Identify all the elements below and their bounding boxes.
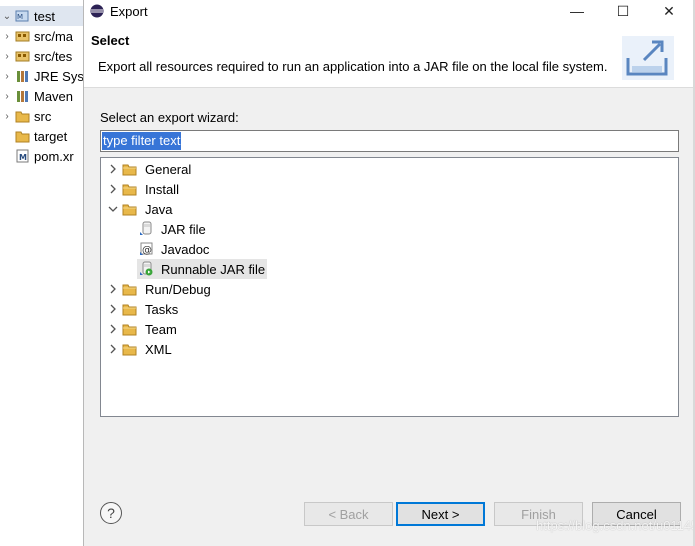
help-button[interactable]: ? — [100, 502, 122, 524]
tree-node-runnable-jar-file[interactable]: Runnable JAR file — [137, 259, 268, 279]
tree-node-label: JAR file — [161, 221, 206, 237]
chevron-right-icon[interactable] — [105, 339, 121, 359]
javadoc-icon: @ — [137, 241, 155, 257]
title-bar[interactable]: Export — ☐ ✕ — [84, 0, 695, 22]
chevron-down-icon[interactable]: ⌄ — [0, 11, 14, 22]
runnable-jar-icon — [137, 261, 155, 277]
explorer-item-label: src/ma — [34, 28, 73, 44]
explorer-item-label: Maven — [34, 88, 74, 104]
tree-node-label: XML — [145, 341, 172, 357]
folder-icon — [121, 161, 139, 177]
wizard-page-title: Select — [91, 33, 130, 48]
filter-input[interactable]: type filter text — [100, 130, 679, 152]
explorer-item-label: pom.xr — [34, 148, 74, 164]
next-button[interactable]: Next > — [396, 502, 485, 526]
folder-icon — [121, 181, 139, 197]
explorer-item-src-test[interactable]: › src/tes — [0, 46, 84, 66]
package-folder-icon — [15, 49, 31, 63]
tree-node-team[interactable]: Team — [105, 319, 179, 339]
explorer-item-label: src — [34, 108, 52, 124]
folder-icon — [121, 321, 139, 337]
maven-project-icon: M — [15, 9, 31, 23]
svg-text:@: @ — [142, 245, 152, 256]
explorer-item-src[interactable]: › src — [0, 106, 84, 126]
explorer-item-pom[interactable]: M pom.xr — [0, 146, 84, 166]
chevron-right-icon[interactable]: › — [0, 91, 14, 102]
filter-label: Select an export wizard: — [100, 110, 239, 125]
minimize-button[interactable]: — — [554, 0, 600, 22]
tree-node-xml[interactable]: XML — [105, 339, 174, 359]
chevron-right-icon[interactable]: › — [0, 31, 14, 42]
jar-file-icon — [137, 221, 155, 237]
explorer-item-label: target — [34, 128, 68, 144]
maven-pom-icon: M — [15, 149, 31, 163]
tree-node-label: Install — [145, 181, 179, 197]
tree-node-run-debug[interactable]: Run/Debug — [105, 279, 213, 299]
tree-node-label: Runnable JAR file — [161, 261, 266, 277]
tree-node-java[interactable]: Java — [105, 199, 174, 219]
folder-icon — [121, 341, 139, 357]
chevron-right-icon[interactable]: › — [0, 51, 14, 62]
chevron-right-icon[interactable]: › — [0, 111, 14, 122]
window-title: Export — [110, 3, 148, 19]
export-wizard-tree[interactable]: General Install Java JAR file @ Javadoc … — [100, 157, 679, 417]
tree-node-label: Run/Debug — [145, 281, 211, 297]
tree-node-label: General — [145, 161, 192, 177]
svg-text:M: M — [17, 13, 23, 21]
tree-node-jar-file[interactable]: JAR file — [137, 219, 208, 239]
tree-node-label: Java — [145, 201, 173, 217]
chevron-right-icon[interactable] — [105, 279, 121, 299]
close-button[interactable]: ✕ — [646, 0, 692, 22]
tree-node-javadoc[interactable]: @ Javadoc — [137, 239, 211, 259]
chevron-down-icon[interactable] — [105, 199, 121, 219]
explorer-item-label: src/tes — [34, 48, 73, 64]
chevron-right-icon[interactable] — [105, 319, 121, 339]
library-icon — [15, 89, 31, 103]
tree-node-install[interactable]: Install — [105, 179, 181, 199]
library-icon — [15, 69, 31, 83]
wizard-header: Select Export all resources required to … — [84, 22, 695, 88]
tree-node-general[interactable]: General — [105, 159, 193, 179]
explorer-item-jre[interactable]: › JRE Sys — [0, 66, 84, 86]
package-folder-icon — [15, 29, 31, 43]
back-button[interactable]: < Back — [304, 502, 393, 526]
chevron-right-icon[interactable] — [105, 179, 121, 199]
eclipse-icon — [90, 4, 104, 18]
svg-text:M: M — [19, 153, 27, 162]
explorer-item-label: test — [34, 8, 55, 24]
tree-node-label: Javadoc — [161, 241, 210, 257]
export-banner-icon — [622, 36, 674, 80]
chevron-right-icon[interactable]: › — [0, 71, 14, 82]
explorer-item-src-main[interactable]: › src/ma — [0, 26, 84, 46]
folder-icon — [121, 301, 139, 317]
folder-icon — [121, 281, 139, 297]
tree-node-label: Team — [145, 321, 177, 337]
explorer-item-test[interactable]: ⌄ M test — [0, 6, 84, 26]
tree-node-label: Tasks — [145, 301, 179, 317]
folder-icon — [15, 109, 31, 123]
chevron-right-icon[interactable] — [105, 159, 121, 179]
chevron-right-icon[interactable] — [105, 299, 121, 319]
folder-open-icon — [121, 201, 139, 217]
explorer-item-maven[interactable]: › Maven — [0, 86, 84, 106]
filter-input-text: type filter text — [102, 132, 182, 150]
export-dialog: Export — ☐ ✕ Select Export all resources… — [83, 0, 695, 546]
tree-node-tasks[interactable]: Tasks — [105, 299, 180, 319]
maximize-button[interactable]: ☐ — [600, 0, 646, 22]
wizard-page-description: Export all resources required to run an … — [98, 59, 608, 74]
explorer-item-target[interactable]: target — [0, 126, 84, 146]
explorer-item-label: JRE Sys — [34, 68, 84, 84]
watermark-text: https://blog.csdn.net/u011457228 — [536, 518, 695, 533]
folder-icon — [15, 129, 31, 143]
project-explorer: ⌄ M test › src/ma › src/tes › JRE Sys › … — [0, 0, 84, 546]
